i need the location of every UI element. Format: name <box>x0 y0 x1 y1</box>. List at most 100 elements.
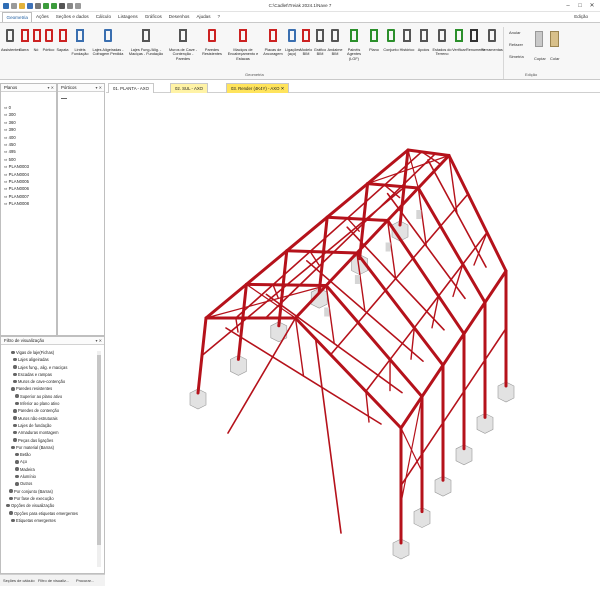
filter-item-12[interactable]: Peças das ligações <box>3 437 78 444</box>
paste-icon[interactable] <box>550 31 559 47</box>
steel-eave-beam[interactable] <box>483 269 508 304</box>
steel-rafter[interactable] <box>325 215 390 222</box>
menu-tab-1[interactable]: Ações <box>32 12 52 22</box>
filter-item-17[interactable]: Alumínio <box>3 473 78 480</box>
plane-item-11[interactable]: ⇨ PLAN0006 <box>4 185 29 192</box>
plane-item-9[interactable]: ⇨ PLAN0004 <box>4 171 29 178</box>
filter-scrollbar[interactable] <box>97 351 101 567</box>
filter-item-19[interactable]: Por conjunto (Barras) <box>3 488 78 495</box>
symmetry-button[interactable]: Simetria <box>509 54 524 59</box>
filter-panel-controls[interactable]: ▾ ✕ <box>96 337 102 345</box>
plane-item-7[interactable]: ⇨ 500 <box>4 156 29 163</box>
connection-plate[interactable] <box>385 242 391 252</box>
filter-item-3[interactable]: Escadas e rampas <box>3 371 78 378</box>
steel-purlin[interactable] <box>329 321 359 356</box>
visibility-toggle-icon[interactable] <box>13 438 17 442</box>
tab-procurar[interactable]: Procurar... <box>76 578 94 583</box>
visibility-toggle-icon[interactable] <box>9 496 13 501</box>
steel-purlin[interactable] <box>461 231 488 266</box>
ribbon-btn-bim-model[interactable]: Modelo BIM <box>299 27 313 57</box>
steel-purlin[interactable] <box>389 327 416 361</box>
visibility-toggle-icon[interactable] <box>13 430 17 435</box>
filter-item-0[interactable]: Vigas de laje(Fichas) <box>3 349 78 356</box>
ribbon-btn-scaffold[interactable]: Andaime BIM <box>327 27 343 57</box>
steel-girt[interactable] <box>400 453 423 487</box>
visibility-toggle-icon[interactable] <box>9 511 13 515</box>
filter-item-7[interactable]: Inferior ao plano ativo <box>3 400 78 407</box>
menu-tab-4[interactable]: Listagens <box>115 12 142 22</box>
filter-item-23[interactable]: Etiquetas emergentes <box>3 517 78 524</box>
visibility-toggle-icon[interactable] <box>13 372 17 377</box>
visibility-toggle-icon[interactable] <box>11 445 15 450</box>
visibility-toggle-icon[interactable] <box>15 482 19 486</box>
planes-panel-controls[interactable]: ▾ ✕ <box>48 84 54 92</box>
visibility-toggle-icon[interactable] <box>15 394 19 398</box>
porticos-dropdown-icon[interactable] <box>61 96 67 99</box>
tab-seccoes-calculo[interactable]: Seções de cálculo <box>3 578 35 583</box>
3d-viewport[interactable] <box>106 93 600 590</box>
visibility-toggle-icon[interactable] <box>11 518 15 523</box>
ribbon-btn-node[interactable]: Nó <box>30 27 42 52</box>
filter-item-20[interactable]: Por fase de execução <box>3 495 78 502</box>
steel-purlin[interactable] <box>309 217 349 253</box>
ribbon-btn-plane[interactable]: Plano <box>367 27 381 52</box>
steel-girt[interactable] <box>442 390 465 424</box>
filter-item-9[interactable]: Muros não estruturais <box>3 415 78 422</box>
visibility-toggle-icon[interactable] <box>11 350 15 355</box>
copy-icon[interactable] <box>535 31 543 47</box>
steel-rafter[interactable] <box>366 182 420 190</box>
menu-tab-7[interactable]: Ajudas <box>193 12 214 22</box>
filter-item-16[interactable]: Madeira <box>3 466 78 473</box>
ribbon-btn-footing[interactable]: Sapata <box>55 27 70 52</box>
ribbon-btn-bim-chart[interactable]: Gráfico BIM <box>313 27 327 57</box>
connection-plate[interactable] <box>324 307 330 317</box>
doc-tab-planta[interactable]: 01. PLANTA - AXO <box>108 83 154 93</box>
visibility-toggle-icon[interactable] <box>13 357 17 362</box>
filter-item-22[interactable]: Opções para etiquetas emergentes <box>3 510 78 517</box>
ribbon-btn-renumber[interactable]: Renumerar <box>466 27 485 52</box>
paste-button[interactable]: Colar <box>550 56 560 61</box>
steel-eave-beam[interactable] <box>462 300 487 336</box>
visibility-toggle-icon[interactable] <box>6 503 10 508</box>
filter-item-11[interactable]: Armaduras montagem <box>3 429 78 436</box>
ribbon-btn-history[interactable]: Histórico <box>399 27 415 52</box>
menu-tab-2[interactable]: Seções e dados <box>52 12 92 22</box>
steel-girt[interactable] <box>201 321 244 357</box>
filter-item-2[interactable]: Lajes fung., alig. e maciças <box>3 364 78 371</box>
menu-tab-3[interactable]: Cálculo <box>92 12 114 22</box>
steel-strut[interactable] <box>452 263 464 298</box>
plane-item-5[interactable]: ⇨ 450 <box>4 141 29 148</box>
steel-girt[interactable] <box>484 327 507 361</box>
filter-item-15[interactable]: Aço <box>3 458 78 465</box>
menu-tab-0[interactable]: Geometria <box>2 12 33 22</box>
visibility-toggle-icon[interactable] <box>13 379 17 384</box>
filter-item-5[interactable]: Paredes resistentes <box>3 385 78 392</box>
ribbon-btn-tools[interactable]: Ferramentas <box>481 27 503 52</box>
ribbon-btn-steel-connection[interactable]: Ligações (aço) <box>285 27 300 57</box>
ribbon-btn-portal[interactable]: Pórtico <box>42 27 55 52</box>
minimize-button[interactable]: – <box>562 1 574 11</box>
visibility-toggle-icon[interactable] <box>15 467 19 471</box>
steel-purlin[interactable] <box>412 225 442 260</box>
visibility-toggle-icon[interactable] <box>15 460 19 464</box>
edit-mode-dropdown[interactable]: Edição <box>574 14 588 19</box>
steel-purlin[interactable] <box>365 358 391 393</box>
visibility-toggle-icon[interactable] <box>13 416 17 420</box>
menu-tab-5[interactable]: Gráficos <box>141 12 165 22</box>
porticos-panel-controls[interactable]: ▾ ✕ <box>96 84 102 92</box>
visibility-toggle-icon[interactable] <box>15 452 19 457</box>
maximize-button[interactable]: □ <box>574 1 586 11</box>
filter-item-4[interactable]: Muros de cave-contenção <box>3 378 78 385</box>
steel-rafter[interactable] <box>406 148 451 157</box>
plane-item-6[interactable]: ⇨ 495 <box>4 148 29 155</box>
filter-item-21[interactable]: Opções de visualização <box>3 502 78 509</box>
steel-frame-3d-model[interactable] <box>106 93 600 590</box>
ribbon-btn-pile-cap[interactable]: Maciços de Encabeçamento e Estacas <box>225 27 261 61</box>
steel-eave-beam[interactable] <box>285 215 329 253</box>
plane-item-10[interactable]: ⇨ PLAN0005 <box>4 178 29 185</box>
plane-item-3[interactable]: ⇨ 390 <box>4 126 29 133</box>
redo-button[interactable]: Refazer <box>509 42 523 47</box>
steel-eave-beam[interactable] <box>325 182 370 219</box>
connection-plate[interactable] <box>416 210 422 219</box>
steel-eave-beam[interactable] <box>366 148 410 186</box>
